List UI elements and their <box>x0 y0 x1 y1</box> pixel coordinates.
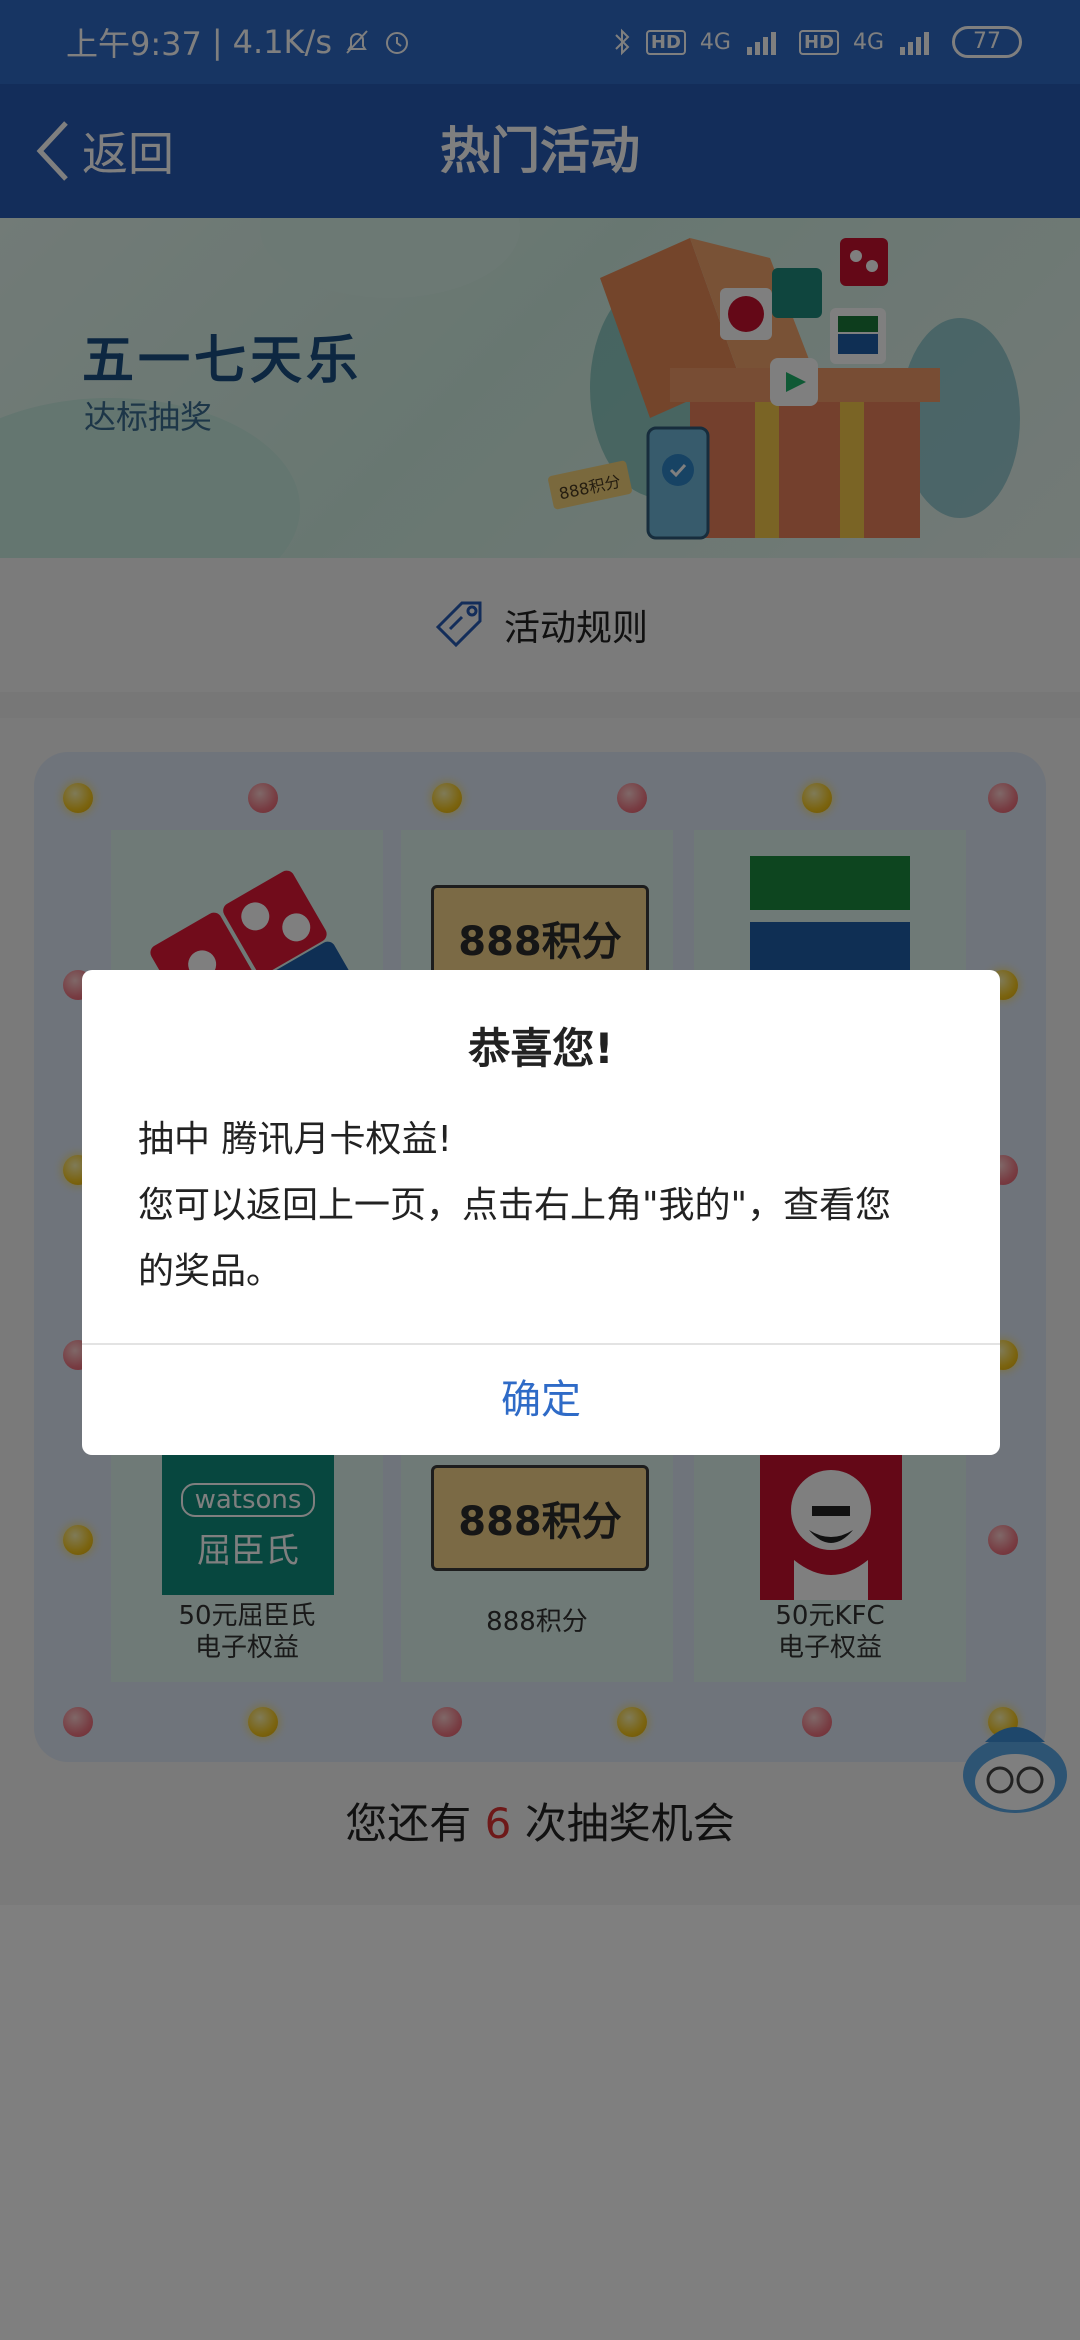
dialog-title: 恭喜您! <box>468 1024 614 1073</box>
dialog-message-line3: 的奖品。 <box>138 1251 283 1292</box>
congrats-dialog: 恭喜您! 抽中 腾讯月卡权益! 您可以返回上一页，点击右上角"我的"，查看您 的… <box>82 970 1000 1455</box>
confirm-button[interactable]: 确定 <box>82 1345 1000 1455</box>
dialog-message-line1: 抽中 腾讯月卡权益! <box>138 1119 452 1160</box>
dialog-message-line2: 您可以返回上一页，点击右上角"我的"，查看您 <box>138 1185 892 1226</box>
